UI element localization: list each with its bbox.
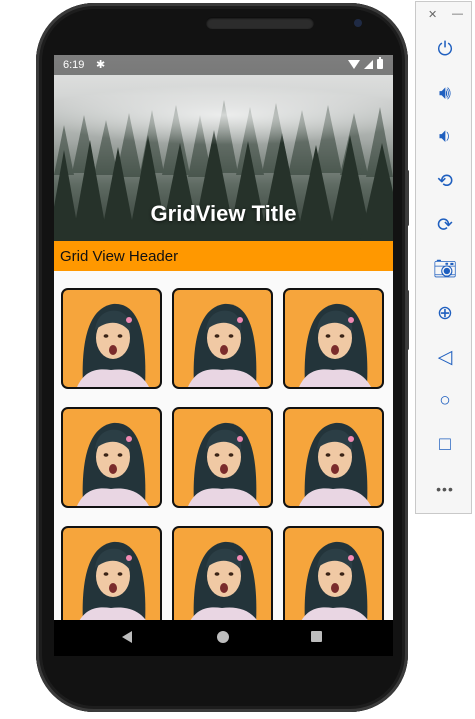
grid-header-label: Grid View Header [60, 248, 179, 265]
girl-photo-image [299, 422, 371, 506]
grid-photo-tile[interactable] [172, 407, 273, 508]
status-bar: 6:19 ✱ [54, 55, 393, 75]
status-time: 6:19 [63, 59, 85, 71]
emulator-toolbar: ✕ — ⏻ 🔊︎ 🔉︎ ⟲ ⟳ 📷︎ ⊕ ◁ ○ □ ••• [415, 1, 472, 514]
girl-photo-image [301, 541, 368, 620]
device-screen: 6:19 ✱ GridView Title Grid View Header [54, 55, 393, 620]
grid-header: Grid View Header [54, 241, 393, 271]
wifi-icon [348, 59, 360, 69]
page-title: GridView Title [150, 201, 297, 226]
girl-photo-image [188, 422, 260, 506]
grid-photo-tile[interactable] [61, 407, 162, 508]
navigation-bar [54, 620, 393, 656]
grid-photo-tile[interactable] [172, 526, 273, 620]
overview-icon[interactable]: □ [430, 430, 460, 460]
power-button [406, 290, 409, 350]
mist [54, 85, 393, 145]
girl-photo-image [77, 303, 149, 387]
recents-icon[interactable] [311, 631, 322, 642]
grid-photo-tile[interactable] [61, 288, 162, 389]
settings-gear-icon: ✱ [96, 59, 106, 71]
speaker-grille [206, 17, 314, 29]
grid-photo-tile[interactable] [283, 288, 384, 389]
grid-photo-tile[interactable] [283, 526, 384, 620]
girl-photo-image [190, 541, 257, 620]
emulator-window: 6:19 ✱ GridView Title Grid View Header ✕… [0, 0, 475, 719]
more-icon[interactable]: ••• [430, 474, 460, 504]
signal-icon [364, 59, 373, 69]
rotate-left-icon[interactable]: ⟲ [430, 166, 460, 196]
girl-photo-image [299, 303, 371, 387]
back-icon[interactable] [122, 631, 132, 643]
volume-down-icon[interactable]: 🔉︎ [430, 122, 460, 152]
girl-photo-image [77, 422, 149, 506]
girl-photo-image [188, 303, 260, 387]
grid-photo-tile[interactable] [172, 288, 273, 389]
front-camera [354, 19, 362, 27]
rotate-right-icon[interactable]: ⟳ [430, 210, 460, 240]
grid-photo-tile[interactable] [283, 407, 384, 508]
zoom-icon[interactable]: ⊕ [430, 298, 460, 328]
home-icon[interactable] [217, 631, 229, 643]
home-icon[interactable]: ○ [430, 386, 460, 416]
volume-button [406, 170, 409, 226]
camera-icon[interactable]: 📷︎ [430, 254, 460, 284]
battery-icon [377, 57, 383, 69]
minimize-icon[interactable]: — [452, 8, 463, 20]
power-icon[interactable]: ⏻ [430, 35, 460, 65]
girl-photo-image [79, 541, 146, 620]
close-icon[interactable]: ✕ [428, 8, 437, 21]
image-grid [61, 288, 384, 620]
back-icon[interactable]: ◁ [430, 342, 460, 372]
volume-up-icon[interactable]: 🔊︎ [430, 79, 460, 109]
header-image: 6:19 ✱ GridView Title [54, 55, 393, 241]
grid-photo-tile[interactable] [61, 526, 162, 620]
